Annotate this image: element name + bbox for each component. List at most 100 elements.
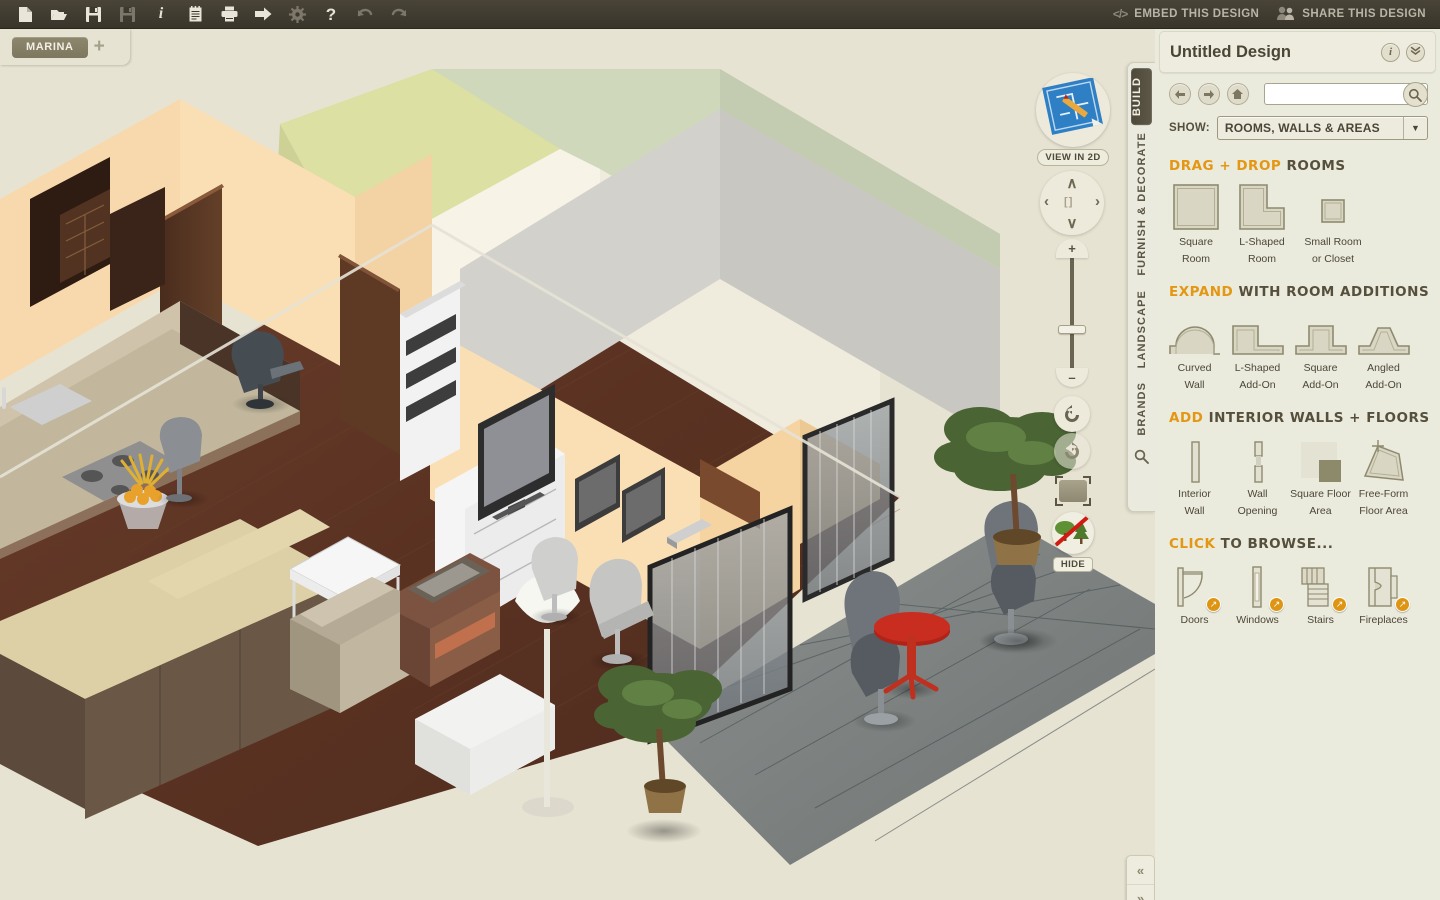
item-label-line1: Stairs	[1307, 614, 1334, 626]
room-item-square-room[interactable]: Square Room	[1163, 180, 1229, 266]
panel-collapse-button[interactable]	[1406, 42, 1425, 62]
addition-item-l-shaped-addon[interactable]: L-Shaped Add-On	[1226, 306, 1289, 392]
pan-right-arrow[interactable]: ›	[1095, 193, 1100, 210]
browse-badge-icon[interactable]: ↗	[1332, 597, 1347, 612]
new-document-icon[interactable]	[8, 1, 42, 28]
shelving-unit	[400, 281, 466, 481]
nav-back-button[interactable]	[1169, 83, 1191, 105]
embed-label: EMBED THIS DESIGN	[1134, 8, 1260, 20]
add-tab-button[interactable]: +	[94, 37, 105, 58]
collapse-left-button[interactable]: «	[1127, 856, 1154, 884]
view-in-2d-button[interactable]: VIEW IN 2D	[1036, 73, 1110, 166]
item-label-line1: Wall	[1247, 488, 1268, 500]
print-icon[interactable]	[212, 1, 246, 28]
3d-floorplan-scene[interactable]	[0, 29, 1155, 900]
view-2d-disc[interactable]	[1036, 73, 1110, 147]
show-select[interactable]: ROOMS, WALLS & AREAS ▼	[1216, 116, 1428, 140]
save-icon[interactable]	[76, 1, 110, 28]
open-folder-icon[interactable]	[42, 1, 76, 28]
section-heading-rest: WITH ROOM ADDITIONS	[1238, 284, 1430, 300]
rail-search-icon[interactable]	[1134, 449, 1149, 469]
browse-badge-icon[interactable]: ↗	[1395, 597, 1410, 612]
l-shaped-room-icon	[1229, 180, 1295, 232]
search-submit-button[interactable]	[1402, 82, 1428, 107]
browse-item-fireplaces[interactable]: ↗ Fireplaces	[1352, 558, 1415, 627]
design-canvas[interactable]: VIEW IN 2D ∧ ∨ ‹ › [ ] + – HIDE « »	[0, 29, 1155, 900]
wall-item-interior-wall[interactable]: Interior Wall	[1163, 432, 1226, 518]
zoom-slider-thumb[interactable]	[1058, 325, 1086, 334]
section-heading-accent: DRAG + DROP	[1169, 158, 1282, 174]
pan-center-button[interactable]: [ ]	[1064, 196, 1072, 208]
tab-brands[interactable]: BRANDS	[1136, 375, 1148, 443]
pan-up-arrow[interactable]: ∧	[1064, 174, 1080, 192]
tab-build[interactable]: BUILD	[1131, 68, 1152, 126]
section-heading-rest: ROOMS	[1286, 158, 1346, 174]
browse-badge-icon[interactable]: ↗	[1206, 597, 1221, 612]
embed-code-icon: </>	[1112, 7, 1128, 21]
panel-navigation	[1155, 73, 1440, 107]
nav-forward-button[interactable]	[1197, 83, 1220, 105]
wall-item-wall-opening[interactable]: Wall Opening	[1226, 432, 1289, 518]
addition-item-curved-wall[interactable]: Curved Wall	[1163, 306, 1226, 392]
snapshot-button[interactable]	[1055, 476, 1091, 506]
nav-home-button[interactable]	[1226, 83, 1249, 105]
zoom-slider-track[interactable]	[1070, 251, 1074, 377]
pan-pad[interactable]: ∧ ∨ ‹ › [ ]	[1040, 171, 1104, 235]
item-label-line2: Wall	[1184, 505, 1205, 517]
save-as-icon[interactable]	[110, 1, 144, 28]
wall-item-free-form-floor-area[interactable]: Free-Form Floor Area	[1352, 432, 1415, 518]
hide-landscape-disc[interactable]	[1052, 512, 1094, 554]
help-icon[interactable]: ?	[314, 1, 348, 28]
hide-landscape-button[interactable]: HIDE	[1052, 512, 1094, 572]
search-input[interactable]	[1264, 84, 1405, 104]
room-item-small-room[interactable]: Small Room or Closet	[1295, 180, 1371, 266]
room-item-l-shaped-room[interactable]: L-Shaped Room	[1229, 180, 1295, 266]
export-icon[interactable]	[246, 1, 280, 28]
angled-addon-icon	[1352, 306, 1415, 358]
tab-furnish-decorate[interactable]: FURNISH & DECORATE	[1136, 125, 1148, 283]
hide-label[interactable]: HIDE	[1052, 557, 1094, 572]
rotate-right-button[interactable]	[1054, 433, 1090, 469]
addition-item-angled-addon[interactable]: Angled Add-On	[1352, 306, 1415, 392]
addition-item-square-addon[interactable]: Square Add-On	[1289, 306, 1352, 392]
blueprint-pencil-icon	[1041, 76, 1105, 143]
design-info-button[interactable]: i	[1381, 42, 1400, 62]
pan-left-arrow[interactable]: ‹	[1044, 193, 1049, 210]
document-tab-marina[interactable]: MARINA	[12, 36, 88, 58]
notes-icon[interactable]	[178, 1, 212, 28]
embed-this-design-button[interactable]: </> EMBED THIS DESIGN	[1113, 7, 1259, 21]
browse-item-doors[interactable]: ↗ Doors	[1163, 558, 1226, 627]
browse-item-stairs[interactable]: ↗ Stairs	[1289, 558, 1352, 627]
section-heading-accent: EXPAND	[1169, 284, 1234, 300]
section-items: Interior Wall Wall Opening Square Floor …	[1163, 432, 1432, 518]
section-items: ↗ Doors ↗ Windows ↗ Stairs ↗ Fireplaces	[1163, 558, 1432, 627]
browse-item-windows[interactable]: ↗ Windows	[1226, 558, 1289, 627]
redo-icon[interactable]	[382, 1, 416, 28]
item-label-line1: L-Shaped	[1234, 362, 1281, 374]
interior-wall-icon	[1163, 432, 1226, 484]
wall-item-square-floor-area[interactable]: Square Floor Area	[1289, 432, 1352, 518]
undo-icon[interactable]	[348, 1, 382, 28]
info-icon[interactable]: i	[144, 1, 178, 28]
zoom-in-button[interactable]: +	[1056, 239, 1088, 258]
share-this-design-button[interactable]: SHARE THIS DESIGN	[1277, 6, 1426, 23]
item-label-line1: Curved	[1177, 362, 1212, 374]
item-label-line2: Add-On	[1239, 379, 1276, 391]
view-2d-label[interactable]: VIEW IN 2D	[1037, 149, 1109, 166]
browse-badge-icon[interactable]: ↗	[1269, 597, 1284, 612]
chevron-down-icon[interactable]: ▼	[1403, 117, 1427, 139]
collapse-right-button[interactable]: »	[1127, 884, 1154, 900]
item-label-line2: Add-On	[1302, 379, 1339, 391]
tab-landscape[interactable]: LANDSCAPE	[1136, 283, 1148, 375]
zoom-out-button[interactable]: –	[1056, 368, 1088, 387]
rotate-left-button[interactable]	[1054, 396, 1090, 432]
zoom-slider[interactable]: + –	[1056, 239, 1088, 387]
mode-tab-rail: BUILD FURNISH & DECORATE LANDSCAPE BRAND…	[1127, 62, 1155, 512]
square-floor-area-icon	[1289, 432, 1352, 484]
settings-gear-icon[interactable]	[280, 1, 314, 28]
show-label: SHOW:	[1169, 122, 1210, 134]
search-field-wrap[interactable]	[1263, 82, 1428, 107]
pan-down-arrow[interactable]: ∨	[1064, 214, 1080, 232]
share-label: SHARE THIS DESIGN	[1302, 8, 1426, 20]
crop-corner-br-icon	[1083, 498, 1091, 506]
